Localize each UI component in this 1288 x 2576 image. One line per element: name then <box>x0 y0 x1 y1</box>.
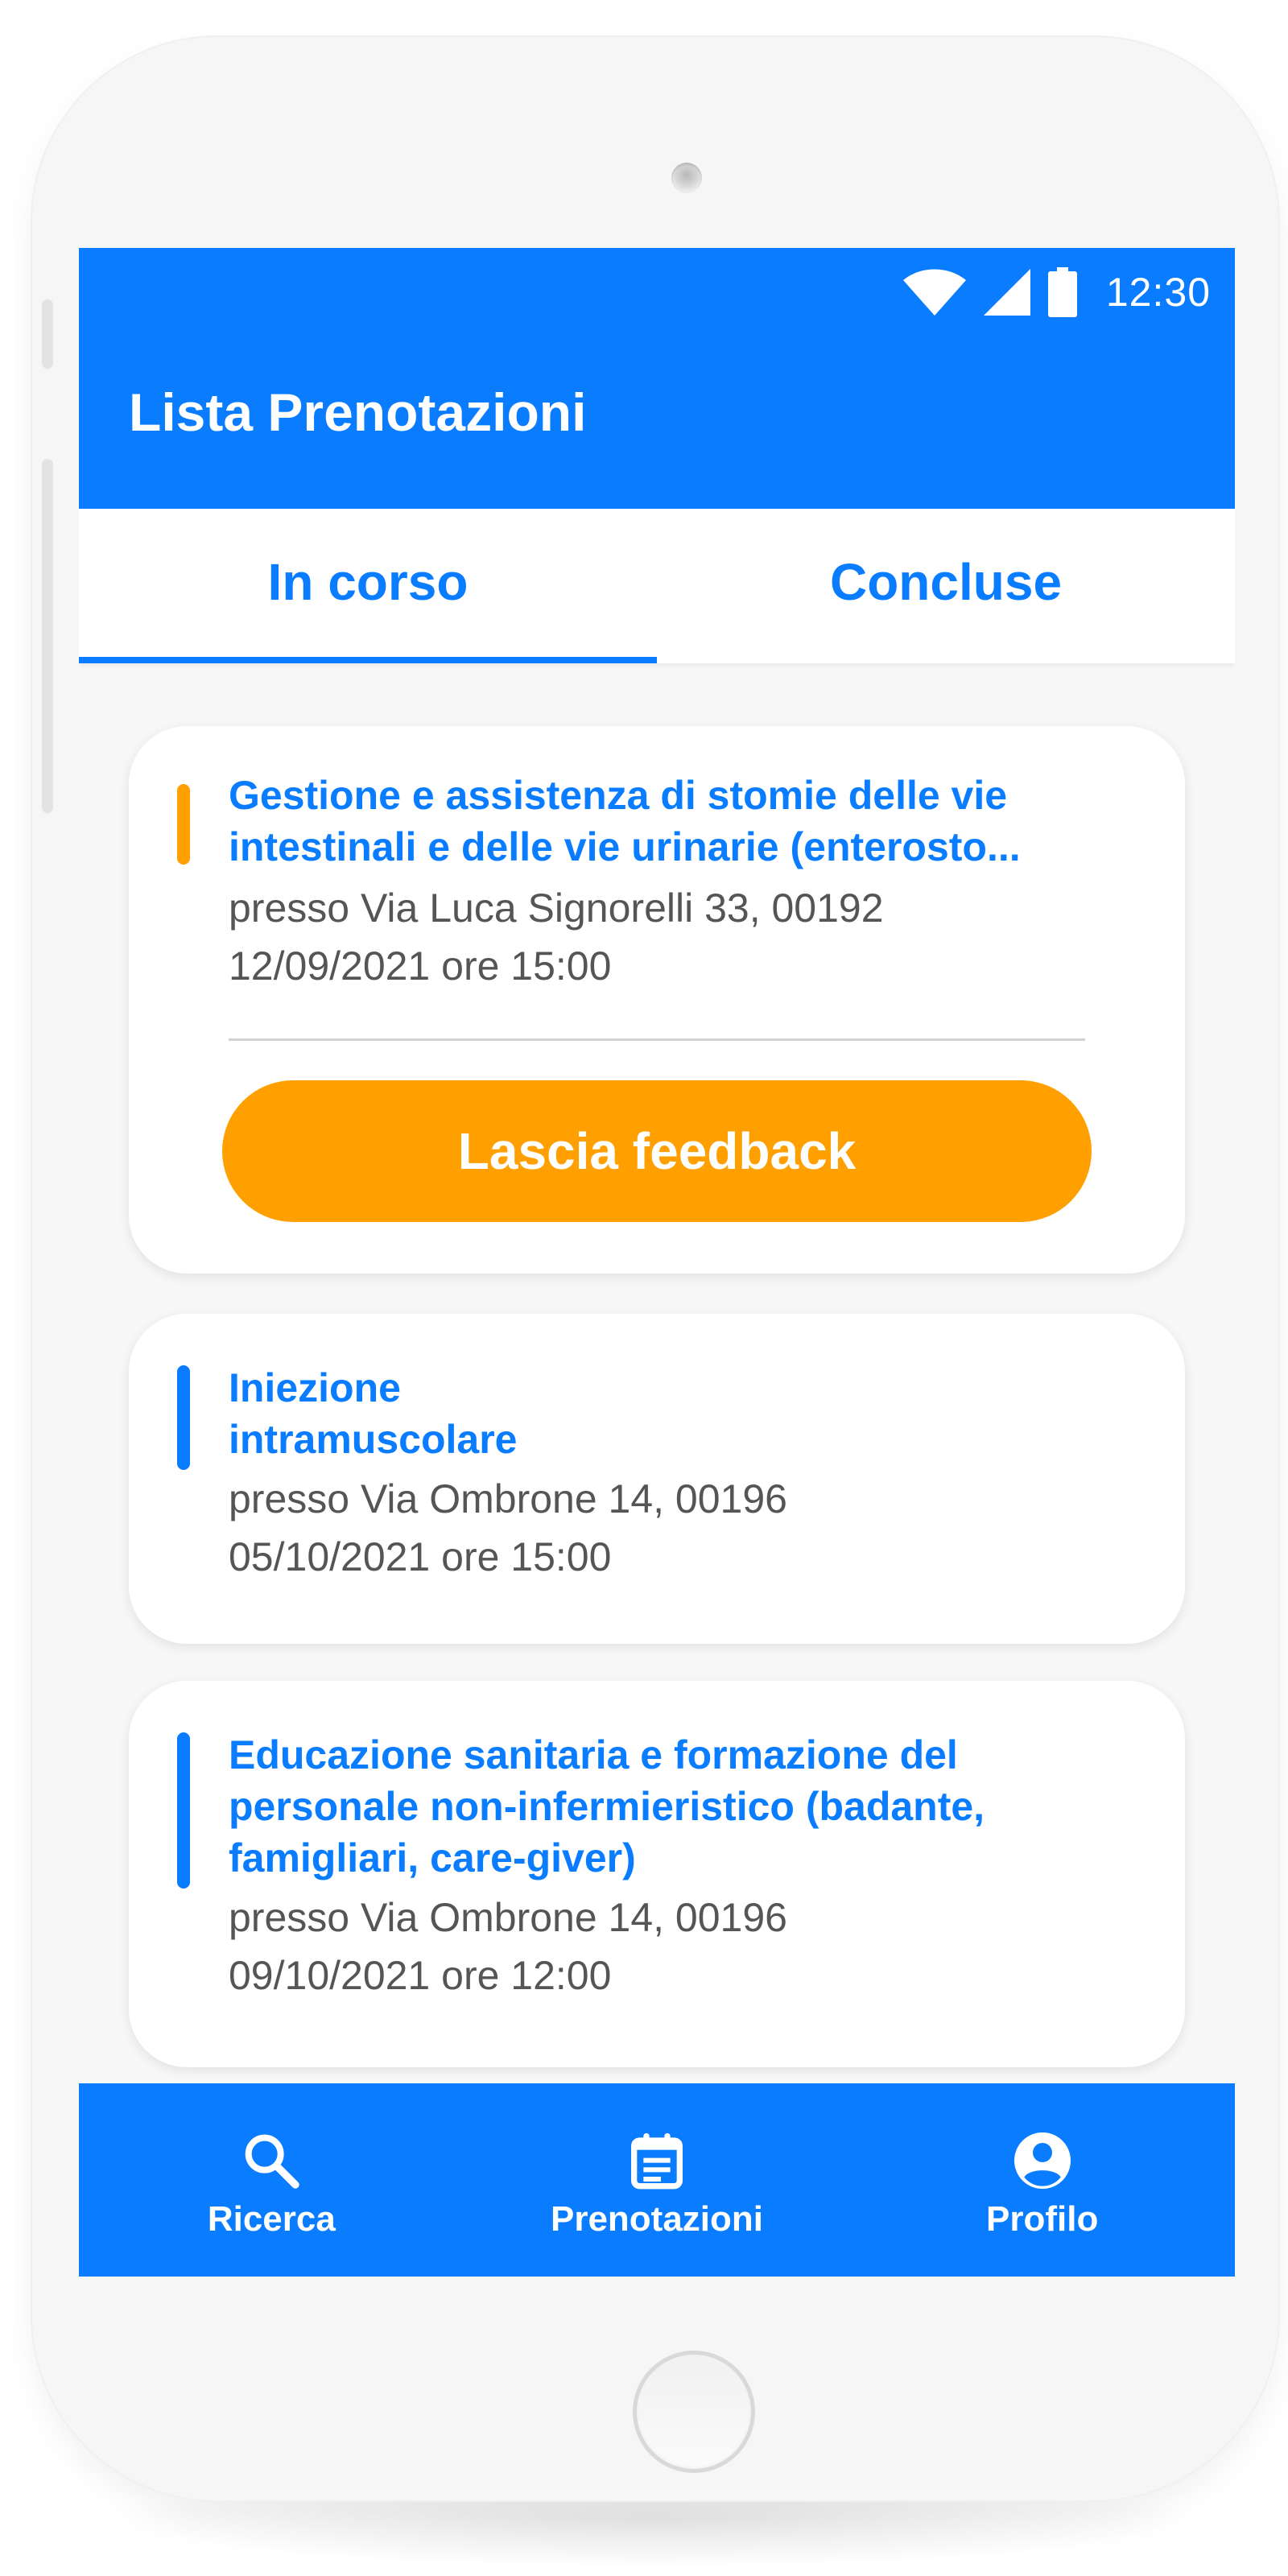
battery-icon <box>1047 267 1077 317</box>
booking-card[interactable]: Iniezione intramuscolare presso Via Ombr… <box>129 1314 1185 1644</box>
cellular-signal-icon <box>983 269 1030 316</box>
booking-title-line: Iniezione <box>229 1365 401 1410</box>
nav-item-prenotazioni[interactable]: Prenotazioni <box>464 2083 850 2277</box>
booking-title-line: personale non-infermieristico (badante, <box>229 1784 985 1829</box>
nav-item-ricerca[interactable]: Ricerca <box>79 2083 464 2277</box>
booking-address: presso Via Luca Signorelli 33, 00192 <box>229 886 884 931</box>
page-title: Lista Prenotazioni <box>129 382 587 442</box>
booking-title: Gestione e assistenza di stomie delle vi… <box>229 770 1130 873</box>
booking-status-accent <box>177 1365 190 1470</box>
booking-datetime: 05/10/2021 ore 15:00 <box>229 1534 612 1579</box>
wifi-icon <box>902 269 966 316</box>
booking-card[interactable]: Gestione e assistenza di stomie delle vi… <box>129 726 1185 1274</box>
side-button-mute <box>42 299 53 369</box>
booking-title: Iniezione intramuscolare <box>229 1362 1130 1465</box>
page: 12:30 Lista Prenotazioni In corso Conclu… <box>0 0 1288 2576</box>
booking-title-line: Educazione sanitaria e formazione del <box>229 1732 958 1777</box>
booking-address: presso Via Ombrone 14, 00196 <box>229 1476 787 1521</box>
account-circle-icon <box>1013 2132 1071 2189</box>
tab-bar: In corso Concluse <box>79 509 1235 663</box>
calendar-icon <box>631 2133 683 2190</box>
booking-card[interactable]: Educazione sanitaria e formazione del pe… <box>129 1681 1185 2067</box>
booking-title-line: Gestione e assistenza di stomie delle vi… <box>229 773 1008 818</box>
nav-item-profilo[interactable]: Profilo <box>849 2083 1235 2277</box>
nav-label: Profilo <box>986 2199 1099 2239</box>
booking-title-line: famigliari, care-giver) <box>229 1835 636 1880</box>
booking-title-line: intestinali e delle vie urinarie (entero… <box>229 824 1021 869</box>
booking-title: Educazione sanitaria e formazione del pe… <box>229 1729 1130 1884</box>
booking-status-accent <box>177 784 190 865</box>
bottom-navigation: Ricerca Prenotazioni Profilo <box>79 2083 1235 2277</box>
home-button[interactable] <box>633 2351 755 2473</box>
status-bar: 12:30 <box>902 264 1211 320</box>
app-bar: 12:30 Lista Prenotazioni <box>79 248 1235 509</box>
side-button-volume <box>42 459 53 813</box>
booking-datetime: 09/10/2021 ore 12:00 <box>229 1953 612 1998</box>
search-icon <box>245 2134 299 2189</box>
booking-title-line: intramuscolare <box>229 1417 518 1462</box>
tab-concluse[interactable]: Concluse <box>657 509 1235 663</box>
leave-feedback-button[interactable]: Lascia feedback <box>222 1080 1092 1222</box>
nav-label: Prenotazioni <box>550 2199 764 2239</box>
tab-in-corso[interactable]: In corso <box>79 509 657 663</box>
card-divider <box>229 1038 1085 1041</box>
booking-status-accent <box>177 1732 190 1889</box>
booking-datetime: 12/09/2021 ore 15:00 <box>229 943 612 989</box>
status-time: 12:30 <box>1105 270 1211 315</box>
booking-address: presso Via Ombrone 14, 00196 <box>229 1895 787 1940</box>
app-screen: 12:30 Lista Prenotazioni In corso Conclu… <box>79 248 1235 2277</box>
nav-label: Ricerca <box>207 2199 336 2239</box>
front-camera <box>671 163 702 193</box>
